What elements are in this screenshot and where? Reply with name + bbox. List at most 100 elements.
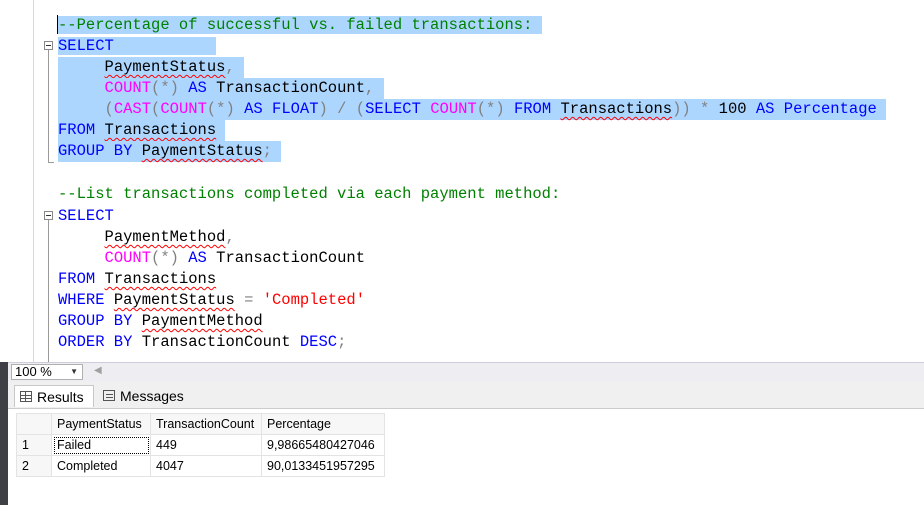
alias-percentage: Percentage xyxy=(783,100,877,118)
fold-guide xyxy=(48,50,49,162)
messages-icon xyxy=(103,390,115,401)
collapse-query2-icon[interactable] xyxy=(44,211,53,220)
code-line-10: SELECT xyxy=(58,206,114,227)
keyword-select: SELECT xyxy=(58,37,114,55)
column-payment-status: PaymentStatus xyxy=(141,142,263,160)
function-count: COUNT xyxy=(104,249,152,267)
keyword-group-by: GROUP BY xyxy=(58,312,133,330)
cell-transaction-count[interactable]: 4047 xyxy=(150,455,262,477)
function-count: COUNT xyxy=(430,100,477,118)
code-line-15: GROUP BY PaymentMethod xyxy=(58,311,263,332)
cell-percentage[interactable]: 90,0133451957295 xyxy=(261,455,385,477)
keyword-group-by: GROUP BY xyxy=(58,142,133,160)
column-header[interactable]: Percentage xyxy=(261,413,385,435)
tab-results[interactable]: Results xyxy=(14,385,94,407)
keyword-select: SELECT xyxy=(58,207,114,225)
zoom-value: 100 % xyxy=(15,364,52,379)
table-transactions: Transactions xyxy=(560,100,673,118)
code-line-13: FROM Transactions xyxy=(58,269,216,290)
paren: ( xyxy=(104,100,114,118)
semicolon: ; xyxy=(262,142,272,160)
comment: --Percentage of successful vs. failed tr… xyxy=(58,16,533,34)
selection-pad xyxy=(374,79,383,97)
code-line-3: PaymentStatus, xyxy=(58,57,245,78)
fold-end-marker xyxy=(48,162,54,163)
paren: ) xyxy=(318,100,328,118)
keyword-as: AS xyxy=(755,100,775,118)
cell-transaction-count[interactable]: 449 xyxy=(150,434,262,456)
keyword-as: AS xyxy=(244,100,263,118)
code-line-12: COUNT(*) AS TransactionCount xyxy=(58,248,365,269)
column-header[interactable]: TransactionCount xyxy=(150,413,262,435)
keyword-select: SELECT xyxy=(365,100,421,118)
star-args: (*) xyxy=(151,79,179,97)
comment: --List transactions completed via each p… xyxy=(58,185,561,203)
row-number[interactable]: 2 xyxy=(16,455,52,477)
keyword-as: AS xyxy=(188,249,207,267)
column-payment-method: PaymentMethod xyxy=(141,312,263,330)
string-literal: 'Completed' xyxy=(262,291,366,309)
keyword-from: FROM xyxy=(513,100,552,118)
keyword-desc: DESC xyxy=(299,333,338,351)
query-editor[interactable]: --Percentage of successful vs. failed tr… xyxy=(0,0,924,362)
tab-messages[interactable]: Messages xyxy=(98,385,194,407)
comma: , xyxy=(225,228,235,246)
selection-pad xyxy=(532,16,542,34)
results-table: PaymentStatus TransactionCount Percentag… xyxy=(16,413,385,477)
zoom-select[interactable]: 100 % ▼ xyxy=(11,364,83,380)
header-row: PaymentStatus TransactionCount Percentag… xyxy=(16,413,385,435)
star-args: (*) xyxy=(476,100,505,118)
code-line-9: --List transactions completed via each p… xyxy=(58,184,560,205)
tab-results-label: Results xyxy=(37,389,84,405)
paren: ( xyxy=(151,100,161,118)
collapse-query1-icon[interactable] xyxy=(44,41,53,50)
keyword-from: FROM xyxy=(58,270,96,288)
semicolon: ; xyxy=(337,333,347,351)
cell-percentage[interactable]: 9,98665480427046 xyxy=(261,434,385,456)
keyword-order-by: ORDER BY xyxy=(58,333,133,351)
multiply-operator: * xyxy=(700,100,710,118)
comma: , xyxy=(225,58,235,76)
selection-pad xyxy=(216,121,225,139)
cell-payment-status[interactable]: Failed xyxy=(51,434,151,456)
column-transaction-count: TransactionCount xyxy=(141,333,291,351)
selection-pad xyxy=(877,100,886,118)
fold-guide xyxy=(48,220,49,362)
code-line-5: (CAST(COUNT(*) AS FLOAT) / (SELECT COUNT… xyxy=(58,99,887,120)
code-line-1: --Percentage of successful vs. failed tr… xyxy=(58,15,542,36)
scroll-left-arrow-icon[interactable]: ◀ xyxy=(94,365,102,376)
function-count: COUNT xyxy=(104,79,152,97)
alias-transaction-count: TransactionCount xyxy=(216,79,365,97)
number-literal: 100 xyxy=(718,100,747,118)
selection-pad xyxy=(235,58,244,76)
code-line-7: GROUP BY PaymentStatus; xyxy=(58,141,282,162)
column-header[interactable]: PaymentStatus xyxy=(51,413,151,435)
comma: , xyxy=(365,79,375,97)
alias-transaction-count: TransactionCount xyxy=(216,249,365,267)
equals-operator: = xyxy=(244,291,254,309)
keyword-as: AS xyxy=(188,79,207,97)
function-count: COUNT xyxy=(160,100,207,118)
code-line-14: WHERE PaymentStatus = 'Completed' xyxy=(58,290,365,311)
cell-payment-status[interactable]: Completed xyxy=(51,455,151,477)
keyword-where: WHERE xyxy=(58,291,105,309)
column-payment-status: PaymentStatus xyxy=(104,58,226,76)
divide-operator: / xyxy=(337,100,347,118)
star-args: (*) xyxy=(206,100,235,118)
code-line-2: SELECT xyxy=(58,36,217,57)
star-args: (*) xyxy=(151,249,179,267)
code-line-4: COUNT(*) AS TransactionCount, xyxy=(58,78,384,99)
row-number[interactable]: 1 xyxy=(16,434,52,456)
code-line-6: FROM Transactions xyxy=(58,120,226,141)
grid-corner[interactable] xyxy=(16,413,52,435)
results-grid-panel: PaymentStatus TransactionCount Percentag… xyxy=(8,409,924,505)
function-cast: CAST xyxy=(113,100,152,118)
gutter-separator xyxy=(33,0,34,362)
paren: )) xyxy=(672,100,691,118)
results-tab-strip: Results Messages xyxy=(8,382,924,409)
column-payment-method: PaymentMethod xyxy=(104,228,226,246)
